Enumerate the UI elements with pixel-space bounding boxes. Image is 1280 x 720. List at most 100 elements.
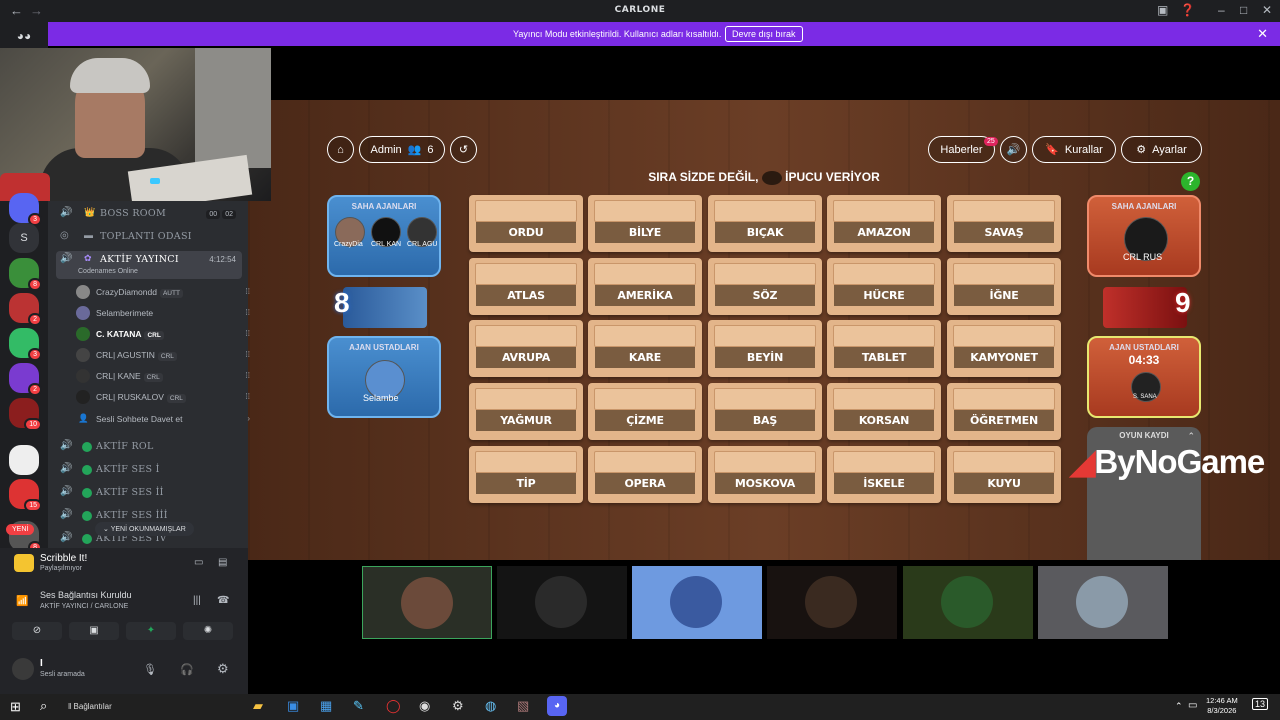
network-icon[interactable]: ▭ [1188, 700, 1197, 711]
word-card[interactable]: BIÇAK [708, 195, 822, 252]
word-card[interactable]: KUYU [947, 446, 1061, 503]
disable-streamer-mode-button[interactable]: Devre dışı bırak [725, 26, 803, 42]
voice-channel-aktif-yayinci[interactable]: 🔊 ✿ AKTİF YAYINCI 4:12:54 Codenames Onli… [56, 251, 242, 279]
word-card[interactable]: YAĞMUR [469, 383, 583, 440]
voice-user[interactable]: CrazyDiamondd AUTT ⁞⁞ [76, 284, 250, 302]
word-card[interactable]: TİP [469, 446, 583, 503]
word-card[interactable]: SÖZ [708, 258, 822, 315]
gear-icon[interactable]: ⚙ [217, 661, 229, 677]
word-card[interactable]: ÇİZME [588, 383, 702, 440]
outlook-icon[interactable]: ▣ [287, 698, 299, 714]
word-card[interactable]: BEYİN [708, 320, 822, 377]
home-button[interactable]: ⌂ [327, 136, 354, 163]
maximize-icon[interactable]: □ [1240, 3, 1247, 17]
new-badge[interactable]: YENİ [6, 524, 35, 535]
word-card[interactable]: AMERİKA [588, 258, 702, 315]
inbox-icon[interactable]: ▣ [1157, 3, 1168, 17]
microphone-icon[interactable]: 🎙 [143, 663, 157, 676]
obs-icon[interactable]: ◉ [419, 698, 430, 714]
chevron-up-icon[interactable]: ⌃ [1187, 431, 1195, 442]
windows-start-icon[interactable]: ⊞ [10, 699, 21, 715]
server-icon[interactable]: 15 [9, 479, 42, 512]
word-card[interactable]: ÖĞRETMEN [947, 383, 1061, 440]
word-card[interactable]: OPERA [588, 446, 702, 503]
discord-home-icon[interactable]: ◕◕ [12, 26, 36, 46]
help-icon[interactable]: ❓ [1180, 3, 1195, 17]
voice-user[interactable]: CRL| KANE CRL ⁞⁞ [76, 368, 250, 386]
voice-channel-boss-room[interactable]: 🔊 👑 BOSS ROOM 00 02 [56, 205, 242, 223]
participant-tile[interactable] [362, 566, 492, 639]
avatar[interactable] [12, 658, 34, 680]
participant-tile[interactable] [903, 566, 1033, 639]
word-card[interactable]: ATLAS [469, 258, 583, 315]
server-icon[interactable]: 8 [9, 258, 42, 291]
voice-channel[interactable]: 🔊 AKTİF SES İİ [56, 484, 242, 502]
screen-share-icon[interactable]: ▣ [69, 622, 119, 640]
voice-channel[interactable]: 🔊 AKTİF SES İ [56, 461, 242, 479]
admin-button[interactable]: Admin 👥 6 [359, 136, 445, 163]
server-icon[interactable]: 3 [9, 328, 42, 361]
voice-channel[interactable]: 🔊 AKTİF ROL [56, 438, 242, 456]
server-icon[interactable]: 10 [9, 398, 42, 431]
word-card[interactable]: İĞNE [947, 258, 1061, 315]
steam-icon[interactable]: ◍ [485, 698, 496, 714]
participant-tile[interactable] [497, 566, 627, 639]
soundboard-icon[interactable]: ✺ [183, 622, 233, 640]
voice-channel-toplanti[interactable]: ◎ ▬ TOPLANTI ODASI [56, 228, 242, 246]
word-card[interactable]: BAŞ [708, 383, 822, 440]
paint-icon[interactable]: ✎ [353, 698, 364, 714]
word-card[interactable]: İSKELE [827, 446, 941, 503]
discord-taskbar-icon[interactable]: ◕ [547, 696, 567, 716]
search-icon[interactable]: ⌕ [40, 698, 47, 714]
word-card[interactable]: SAVAŞ [947, 195, 1061, 252]
opera-icon[interactable]: ◯ [386, 698, 401, 714]
server-s-icon[interactable]: S [9, 223, 39, 253]
noise-icon[interactable]: ||| [193, 595, 201, 606]
voice-channel-name[interactable]: AKTİF YAYINCI / CARLONE [40, 603, 128, 610]
participant-tile[interactable] [767, 566, 897, 639]
voice-user[interactable]: Selamberimete ⁞⁞ [76, 305, 250, 323]
word-card[interactable]: HÜCRE [827, 258, 941, 315]
settings-icon[interactable]: ⚙ [452, 698, 464, 714]
camera-off-icon[interactable]: ⊘ [12, 622, 62, 640]
share-screen-icon[interactable]: ▭ [194, 557, 203, 568]
word-card[interactable]: ORDU [469, 195, 583, 252]
word-card[interactable]: KORSAN [827, 383, 941, 440]
headphones-icon[interactable]: 🎧 [180, 663, 194, 676]
word-card[interactable]: KAMYONET [947, 320, 1061, 377]
server-icon[interactable] [9, 445, 39, 475]
help-button[interactable]: ? [1181, 172, 1200, 191]
game-app-icon[interactable]: ▧ [517, 698, 529, 714]
participant-tile[interactable] [1038, 566, 1168, 639]
store-icon[interactable]: ▦ [320, 698, 332, 714]
settings-button[interactable]: ⚙ Ayarlar [1121, 136, 1202, 163]
notification-icon[interactable]: 13 [1252, 698, 1269, 710]
activities-icon[interactable]: ✦ [126, 622, 176, 640]
new-unread-pill[interactable]: ⌄ YENİ OKUNMAMIŞLAR [95, 522, 194, 536]
close-banner-icon[interactable]: ✕ [1257, 26, 1268, 42]
voice-user[interactable]: C. KATANA CRL ⁞⁞ [76, 326, 250, 344]
close-window-icon[interactable]: ✕ [1262, 3, 1272, 17]
restart-button[interactable]: ↺ [450, 136, 477, 163]
minimize-icon[interactable]: – [1218, 3, 1225, 17]
server-icon[interactable]: 2 [9, 363, 42, 396]
rules-button[interactable]: 🔖 Kurallar [1032, 136, 1116, 163]
sound-button[interactable]: 🔊 [1000, 136, 1027, 163]
word-card[interactable]: KARE [588, 320, 702, 377]
invite-to-voice[interactable]: 👤 Sesli Sohbete Davet et › [76, 411, 250, 429]
folder-icon[interactable]: ▰ [253, 698, 263, 714]
word-card[interactable]: BİLYE [588, 195, 702, 252]
voice-user[interactable]: CRL| RUSKALOV CRL ⁞⁞ [76, 389, 250, 407]
word-card[interactable]: AMAZON [827, 195, 941, 252]
chevron-up-icon[interactable]: ⌃ [1175, 701, 1183, 712]
server-icon[interactable]: 2 [9, 293, 42, 326]
settings-small-icon[interactable]: ▤ [218, 557, 227, 568]
server-icon[interactable]: 3 [9, 193, 42, 226]
word-card[interactable]: TABLET [827, 320, 941, 377]
word-card[interactable]: MOSKOVA [708, 446, 822, 503]
participant-tile[interactable] [632, 566, 762, 639]
word-card[interactable]: AVRUPA [469, 320, 583, 377]
clock[interactable]: 12:46 AM 8/3/2026 [1206, 696, 1238, 716]
voice-user[interactable]: CRL| AGUSTIN CRL ⁞⁞ [76, 347, 250, 365]
disconnect-icon[interactable]: ☎ [217, 595, 229, 606]
